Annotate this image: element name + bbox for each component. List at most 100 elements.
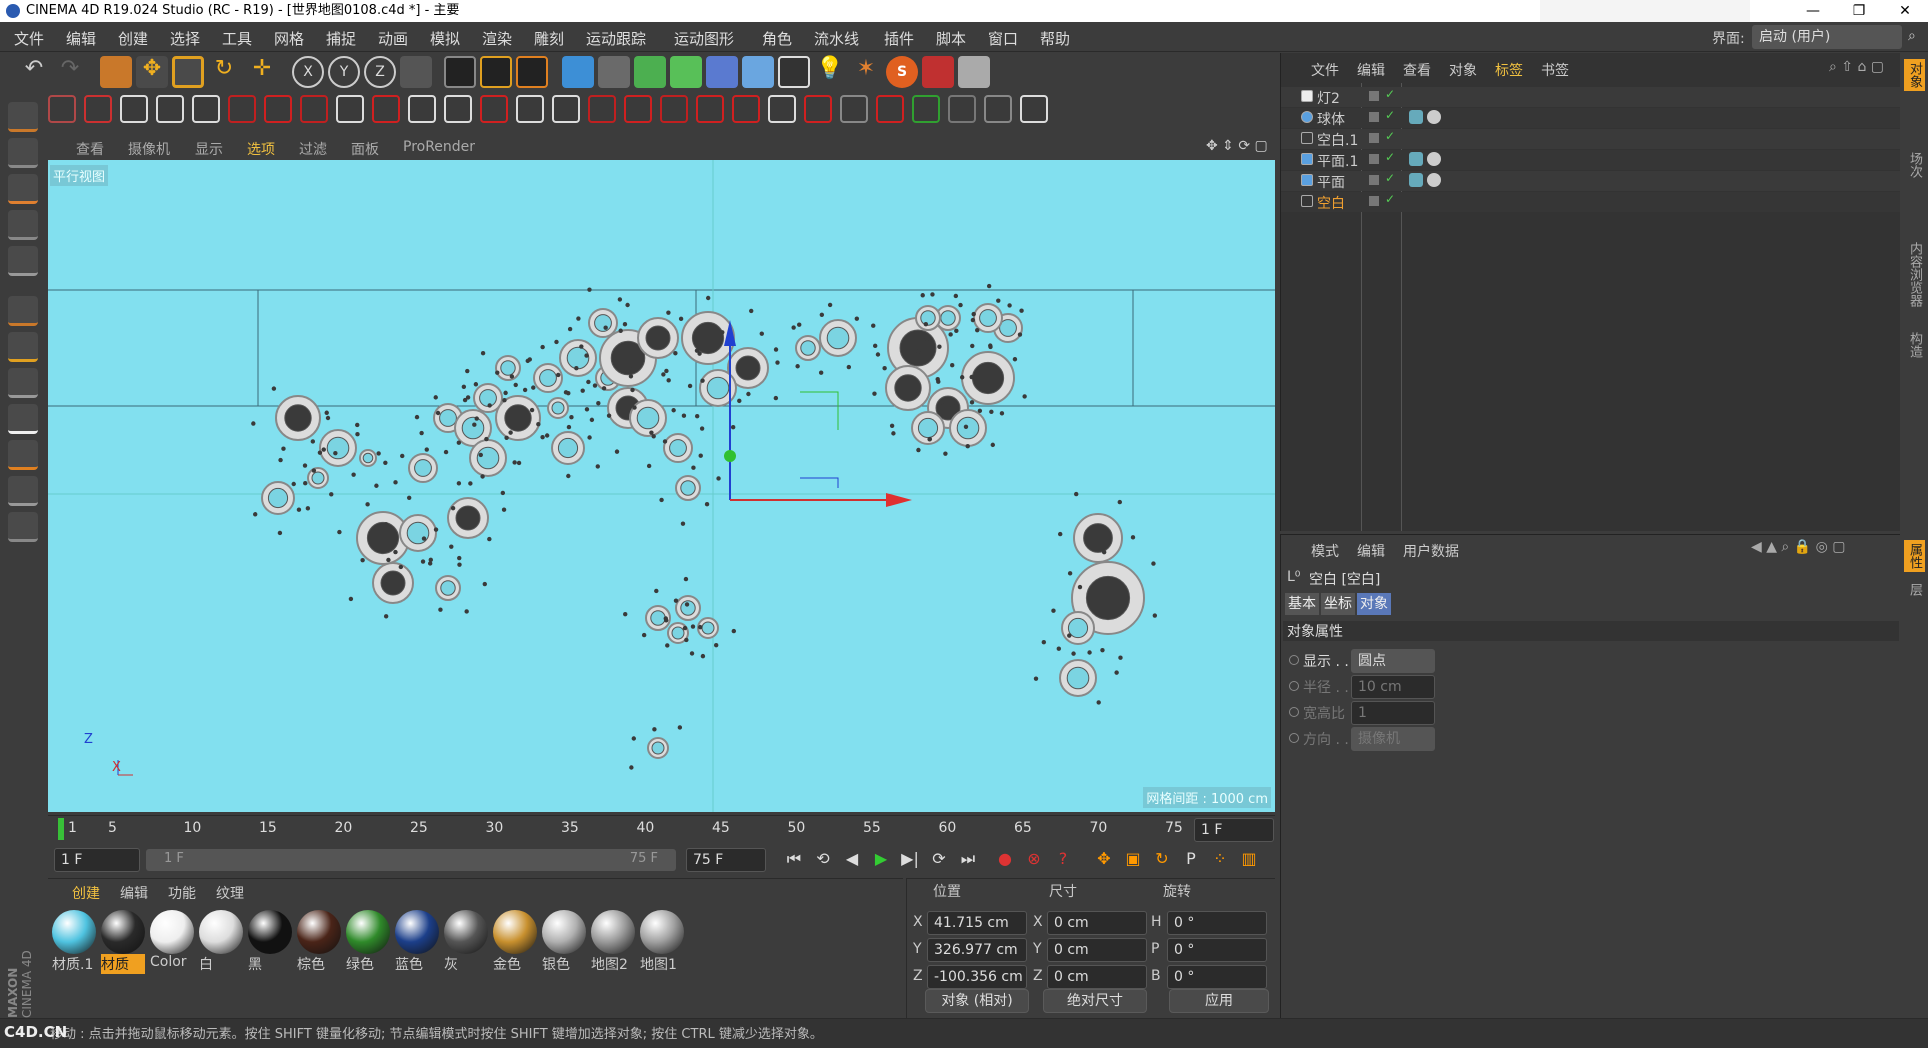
viewport-menu-item[interactable]: 面板 [351, 139, 379, 159]
viewport-menu-item[interactable]: 显示 [195, 139, 223, 159]
transport-button[interactable]: ✥ [1092, 849, 1116, 871]
coord-mode-select[interactable]: 对象 (相对) [925, 989, 1029, 1013]
render-settings-icon[interactable] [516, 56, 548, 88]
object-row[interactable]: 平面 ✓ [1281, 171, 1901, 191]
om-menu-item[interactable]: 书签 [1541, 60, 1569, 80]
timeline-current-frame[interactable]: 1 F [1194, 818, 1274, 842]
mode-tool-icon[interactable] [1020, 95, 1048, 123]
menu-item[interactable]: 网格 [274, 28, 304, 49]
am-toolbar-icons[interactable]: ◀ ▲ ⌕ 🔒 ◎ ▢ [1751, 539, 1846, 555]
attribute-tab[interactable]: 坐标 [1321, 593, 1355, 615]
mode-tool-icon[interactable] [444, 95, 472, 123]
menu-item[interactable]: 模拟 [430, 28, 460, 49]
mode-tool-icon[interactable] [372, 95, 400, 123]
material-swatch[interactable] [52, 910, 96, 954]
position-field[interactable]: 326.977 cm [927, 938, 1027, 962]
light-icon[interactable]: 💡 [814, 56, 846, 88]
restore-button[interactable]: ❐ [1836, 0, 1882, 22]
pen-icon[interactable] [598, 56, 630, 88]
transport-button[interactable]: ⟳ [927, 849, 951, 871]
am-menu-item[interactable]: 用户数据 [1403, 541, 1459, 561]
menu-item[interactable]: 渲染 [482, 28, 512, 49]
menu-item[interactable]: 脚本 [936, 28, 966, 49]
mode-tool-icon[interactable] [192, 95, 220, 123]
layout-select[interactable]: 启动 (用户) [1752, 25, 1902, 49]
mode-tool-icon[interactable] [948, 95, 976, 123]
menu-item[interactable]: 流水线 [814, 28, 859, 49]
range-slider[interactable]: 1 F 75 F [146, 849, 676, 871]
camera-icon[interactable] [778, 56, 810, 88]
transport-button[interactable]: ⟲ [811, 849, 835, 871]
om-menu-item[interactable]: 标签 [1495, 60, 1523, 80]
mode-tool-icon[interactable] [660, 95, 688, 123]
mode-tool-icon[interactable] [876, 95, 904, 123]
scale-icon[interactable] [172, 56, 204, 88]
material-swatch[interactable] [493, 910, 537, 954]
rotation-field[interactable]: 0 ° [1167, 911, 1267, 935]
deformer-icon[interactable] [706, 56, 738, 88]
transport-button[interactable]: ▣ [1121, 849, 1145, 871]
menu-item[interactable]: 编辑 [66, 28, 96, 49]
enabled-check-icon[interactable]: ✓ [1385, 171, 1395, 185]
material-menu-item[interactable]: 功能 [168, 883, 196, 903]
transport-button[interactable]: ⏮ [782, 849, 806, 871]
tag-icon[interactable] [1409, 152, 1423, 166]
transport-button[interactable]: ↻ [1150, 849, 1174, 871]
size-field[interactable]: 0 cm [1047, 965, 1147, 989]
cube-icon[interactable] [562, 56, 594, 88]
side-tab[interactable]: 对象 [1904, 59, 1925, 91]
menu-item[interactable]: 窗口 [988, 28, 1018, 49]
move-icon[interactable]: ✥ [136, 56, 168, 88]
menu-item[interactable]: 帮助 [1040, 28, 1070, 49]
left-tool-icon[interactable] [8, 332, 38, 362]
live-select-icon[interactable] [100, 56, 132, 88]
effector-icon[interactable]: ✶ [850, 56, 882, 88]
rotate-icon[interactable]: ↻ [208, 56, 240, 88]
mode-tool-icon[interactable] [300, 95, 328, 123]
transport-button[interactable]: ⁘ [1208, 849, 1232, 871]
om-toolbar-icons[interactable]: ⌕ ⇧ ⌂ ▢ [1829, 59, 1884, 75]
material-swatch[interactable] [101, 910, 145, 954]
material-menu-item[interactable]: 编辑 [120, 883, 148, 903]
left-tool-icon[interactable] [8, 138, 38, 168]
object-row[interactable]: 空白.1 ✓ [1281, 129, 1901, 149]
mode-tool-icon[interactable] [480, 95, 508, 123]
viewport-menu-item[interactable]: 选项 [247, 139, 275, 159]
menu-item[interactable]: 创建 [118, 28, 148, 49]
transport-button[interactable]: ● [993, 849, 1017, 871]
enabled-check-icon[interactable]: ✓ [1385, 150, 1395, 164]
playhead[interactable] [58, 818, 64, 840]
field-radio[interactable] [1289, 681, 1299, 691]
field-value[interactable]: 1 [1351, 701, 1435, 725]
material-swatch[interactable] [444, 910, 488, 954]
left-tool-icon[interactable] [8, 102, 38, 132]
visibility-toggle[interactable] [1369, 91, 1379, 101]
material-swatch[interactable] [346, 910, 390, 954]
shield-icon[interactable] [958, 56, 990, 88]
x-axis-icon[interactable]: X [292, 56, 324, 88]
field-radio[interactable] [1289, 733, 1299, 743]
left-tool-icon[interactable] [8, 440, 38, 470]
material-swatch[interactable] [150, 910, 194, 954]
attribute-tab[interactable]: 基本 [1285, 593, 1319, 615]
menu-item[interactable]: 文件 [14, 28, 44, 49]
floor-icon[interactable] [742, 56, 774, 88]
material-menu-item[interactable]: 创建 [72, 883, 100, 903]
material-menu-item[interactable]: 纹理 [216, 883, 244, 903]
viewport-menu-item[interactable]: 摄像机 [128, 139, 170, 159]
viewport-nav-icons[interactable]: ✥ ⇕ ⟳ ▢ [1206, 138, 1268, 154]
menu-item[interactable]: 角色 [762, 28, 792, 49]
y-axis-icon[interactable]: Y [328, 56, 360, 88]
close-button[interactable]: ✕ [1882, 0, 1928, 22]
visibility-toggle[interactable] [1369, 133, 1379, 143]
mode-tool-icon[interactable] [48, 95, 76, 123]
enabled-check-icon[interactable]: ✓ [1385, 108, 1395, 122]
object-row[interactable]: 平面.1 ✓ [1281, 150, 1901, 170]
left-tool-icon[interactable] [8, 210, 38, 240]
transport-button[interactable]: ▶ [869, 849, 893, 871]
side-tab[interactable]: 内容浏览器 [1904, 239, 1925, 310]
mode-tool-icon[interactable] [732, 95, 760, 123]
z-axis-icon[interactable]: Z [364, 56, 396, 88]
mode-tool-icon[interactable] [696, 95, 724, 123]
material-tag-icon[interactable] [1427, 152, 1441, 166]
